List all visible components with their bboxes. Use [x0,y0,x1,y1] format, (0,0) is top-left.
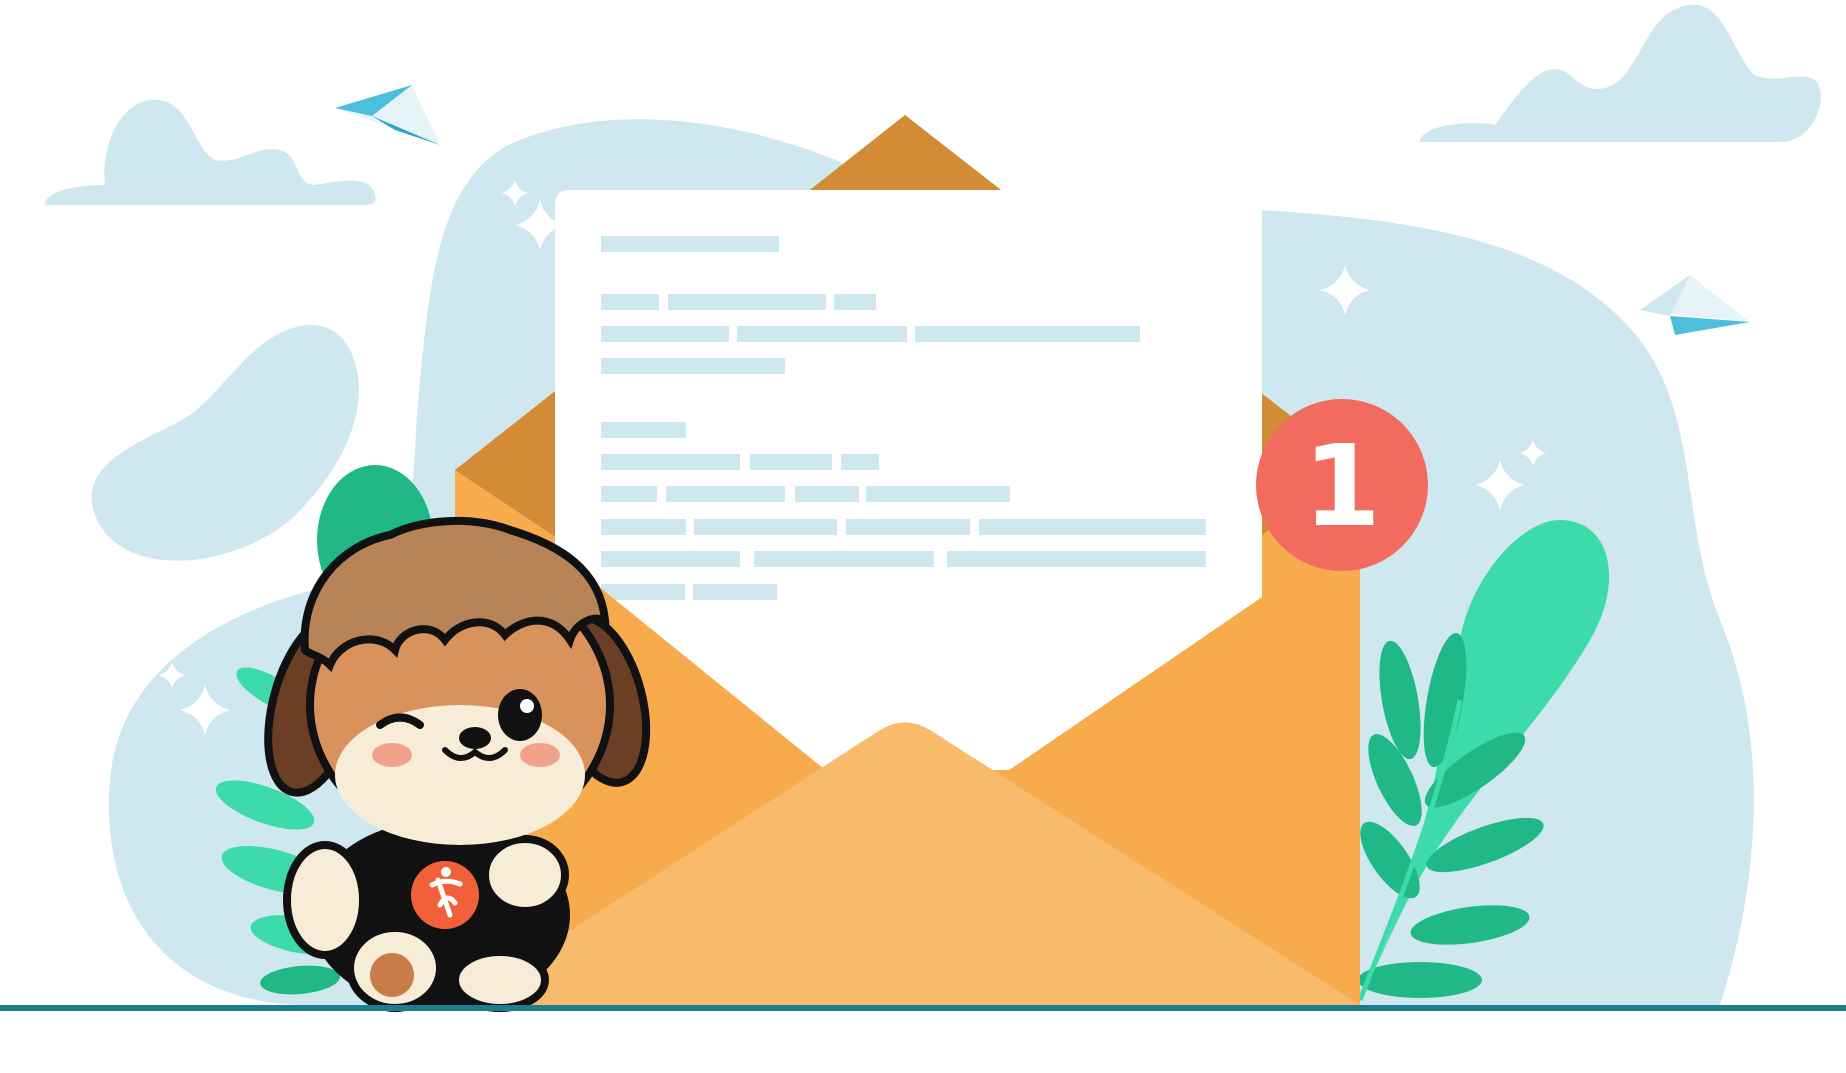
cloud-icon [1420,4,1821,142]
mascot-logo-icon [411,861,479,929]
cloud-icon [45,99,376,205]
notification-count: 1 [1303,422,1381,552]
paper-plane-icon [1640,275,1750,335]
ground-line [0,1005,1846,1011]
paper-plane-icon [335,85,440,145]
illustration-svg: 1 [0,4,1846,1012]
email-illustration: 1 [0,0,1846,1073]
notification-badge-icon: 1 [1256,399,1428,571]
